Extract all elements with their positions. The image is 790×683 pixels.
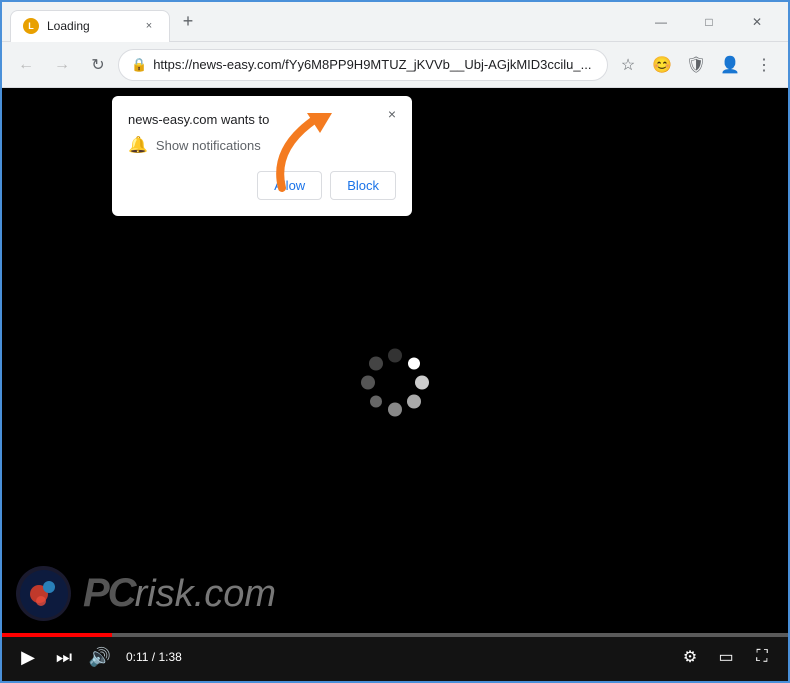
emoji-icon[interactable]: 😊: [646, 49, 678, 81]
allow-button[interactable]: Allow: [257, 171, 322, 200]
toolbar-icons: ☆ 😊 🛡 👤 ⋮: [612, 49, 780, 81]
popup-notification-text: Show notifications: [156, 138, 261, 153]
minimize-button[interactable]: —: [638, 7, 684, 37]
tab-strip: L Loading × +: [10, 2, 638, 41]
forward-button[interactable]: →: [46, 49, 78, 81]
settings-button[interactable]: ⚙: [676, 643, 704, 671]
lock-icon: 🔒: [131, 57, 147, 73]
pcrisk-brand: PC risk .com: [83, 571, 276, 616]
time-display: 0:11 / 1:38: [126, 650, 182, 664]
block-button[interactable]: Block: [330, 171, 396, 200]
tab-close-button[interactable]: ×: [141, 18, 157, 34]
fullscreen-button[interactable]: ⛶: [748, 643, 776, 671]
next-button[interactable]: ⏭: [50, 643, 78, 671]
bell-icon: 🔔: [128, 135, 148, 155]
back-button[interactable]: ←: [10, 49, 42, 81]
popup-title: news-easy.com wants to: [128, 112, 396, 127]
pcrisk-pc: PC: [83, 571, 135, 616]
popup-buttons: Allow Block: [128, 171, 396, 200]
address-bar: ← → ↻ 🔒 https://news-easy.com/fYy6M8PP9H…: [2, 42, 788, 88]
maximize-button[interactable]: □: [686, 7, 732, 37]
profile-icon[interactable]: 👤: [714, 49, 746, 81]
progress-bar-fill: [2, 633, 112, 637]
tab-favicon: L: [23, 18, 39, 34]
title-bar: L Loading × + — □ ✕: [2, 2, 788, 42]
bookmark-icon[interactable]: ☆: [612, 49, 644, 81]
reload-button[interactable]: ↻: [82, 49, 114, 81]
url-text: https://news-easy.com/fYy6M8PP9H9MTUZ_jK…: [153, 57, 595, 72]
window-controls: — □ ✕: [638, 7, 780, 37]
active-tab[interactable]: L Loading ×: [10, 10, 170, 42]
notification-popup: × news-easy.com wants to 🔔 Show notifica…: [112, 96, 412, 216]
page-content: × news-easy.com wants to 🔔 Show notifica…: [2, 88, 788, 681]
menu-icon[interactable]: ⋮: [748, 49, 780, 81]
popup-notification-row: 🔔 Show notifications: [128, 135, 396, 155]
popup-close-button[interactable]: ×: [382, 104, 402, 124]
shield-icon[interactable]: 🛡: [680, 49, 712, 81]
browser-window: L Loading × + — □ ✕ ← → ↻ 🔒 https://news…: [0, 0, 790, 683]
watermark: PC risk .com: [16, 566, 276, 621]
pcrisk-domain: .com: [194, 573, 276, 616]
loading-spinner: [360, 347, 430, 422]
video-controls: ▶ ⏭ 🔊 0:11 / 1:38 ⚙ ▭ ⛶: [2, 633, 788, 681]
miniplayer-button[interactable]: ▭: [712, 643, 740, 671]
pcrisk-logo-icon: [16, 566, 71, 621]
close-button[interactable]: ✕: [734, 7, 780, 37]
tab-title: Loading: [47, 19, 133, 33]
volume-button[interactable]: 🔊: [86, 643, 114, 671]
progress-bar-container[interactable]: [2, 633, 788, 637]
pcrisk-risk: risk: [135, 573, 194, 616]
url-bar[interactable]: 🔒 https://news-easy.com/fYy6M8PP9H9MTUZ_…: [118, 49, 608, 81]
play-button[interactable]: ▶: [14, 643, 42, 671]
new-tab-button[interactable]: +: [174, 8, 202, 36]
